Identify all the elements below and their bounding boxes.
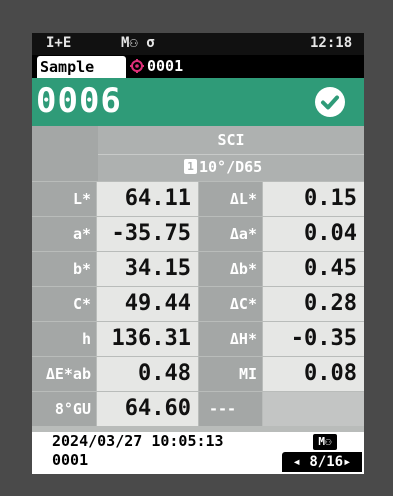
observer-icon: 1 [184, 159, 197, 174]
row-value: 64.60 [97, 392, 198, 426]
observer-blank [32, 126, 98, 181]
measure-datetime: 2024/03/27 10:05:13 [52, 432, 224, 450]
row-label: ΔH* [199, 322, 262, 356]
row-label: MI [199, 357, 262, 391]
row-label: Δb* [199, 252, 262, 286]
row-label: a* [32, 217, 96, 251]
row-value: 0.45 [263, 252, 364, 286]
row-value: 0.28 [263, 287, 364, 321]
sample-number: 0006 [36, 81, 122, 121]
row-label: ΔE*ab [32, 357, 96, 391]
spec-mode-row: SCI [98, 126, 364, 154]
illuminant-row: 1 10°/D65 [98, 154, 364, 181]
row-value [263, 392, 364, 426]
row-label: --- [199, 392, 262, 426]
sample-header: 0006 [32, 78, 364, 126]
row-value: -0.35 [263, 322, 364, 356]
tab-row: Sample 0001 [32, 55, 364, 78]
row-value: -35.75 [97, 217, 198, 251]
pass-check-icon [315, 87, 345, 117]
row-value: 0.48 [97, 357, 198, 391]
illuminant: 10°/D65 [199, 158, 263, 176]
page-navigator[interactable]: ◂ 8/16▸ [282, 452, 362, 472]
power-mode: I+E [46, 35, 72, 51]
instrument-screen: I+E M⚇ σ 12:18 Sample 0001 0006 SCI 1 10… [32, 33, 364, 474]
row-label: ΔL* [199, 182, 262, 216]
row-label: Δa* [199, 217, 262, 251]
row-value: 0.04 [263, 217, 364, 251]
measure-mode: M⚇ σ [121, 35, 155, 51]
row-value: 0.15 [263, 182, 364, 216]
spec-mode: SCI [217, 131, 245, 149]
row-label: C* [32, 287, 96, 321]
footer: 2024/03/27 10:05:13 0001 M⚇ ◂ 8/16▸ [32, 432, 364, 474]
tab-sample[interactable]: Sample [37, 56, 126, 78]
row-value: 34.15 [97, 252, 198, 286]
row-label: h [32, 322, 96, 356]
target-icon [130, 59, 144, 73]
status-bar: I+E M⚇ σ 12:18 [32, 33, 364, 55]
row-label: ΔC* [199, 287, 262, 321]
row-label: b* [32, 252, 96, 286]
row-value: 64.11 [97, 182, 198, 216]
target-number[interactable]: 0001 [147, 57, 183, 75]
footer-target: 0001 [52, 451, 89, 469]
row-label: L* [32, 182, 96, 216]
clock: 12:18 [310, 35, 353, 51]
row-value: 49.44 [97, 287, 198, 321]
row-value: 0.08 [263, 357, 364, 391]
row-label: 8°GU [32, 392, 96, 426]
memory-icon: M⚇ [313, 434, 337, 450]
row-value: 136.31 [97, 322, 198, 356]
